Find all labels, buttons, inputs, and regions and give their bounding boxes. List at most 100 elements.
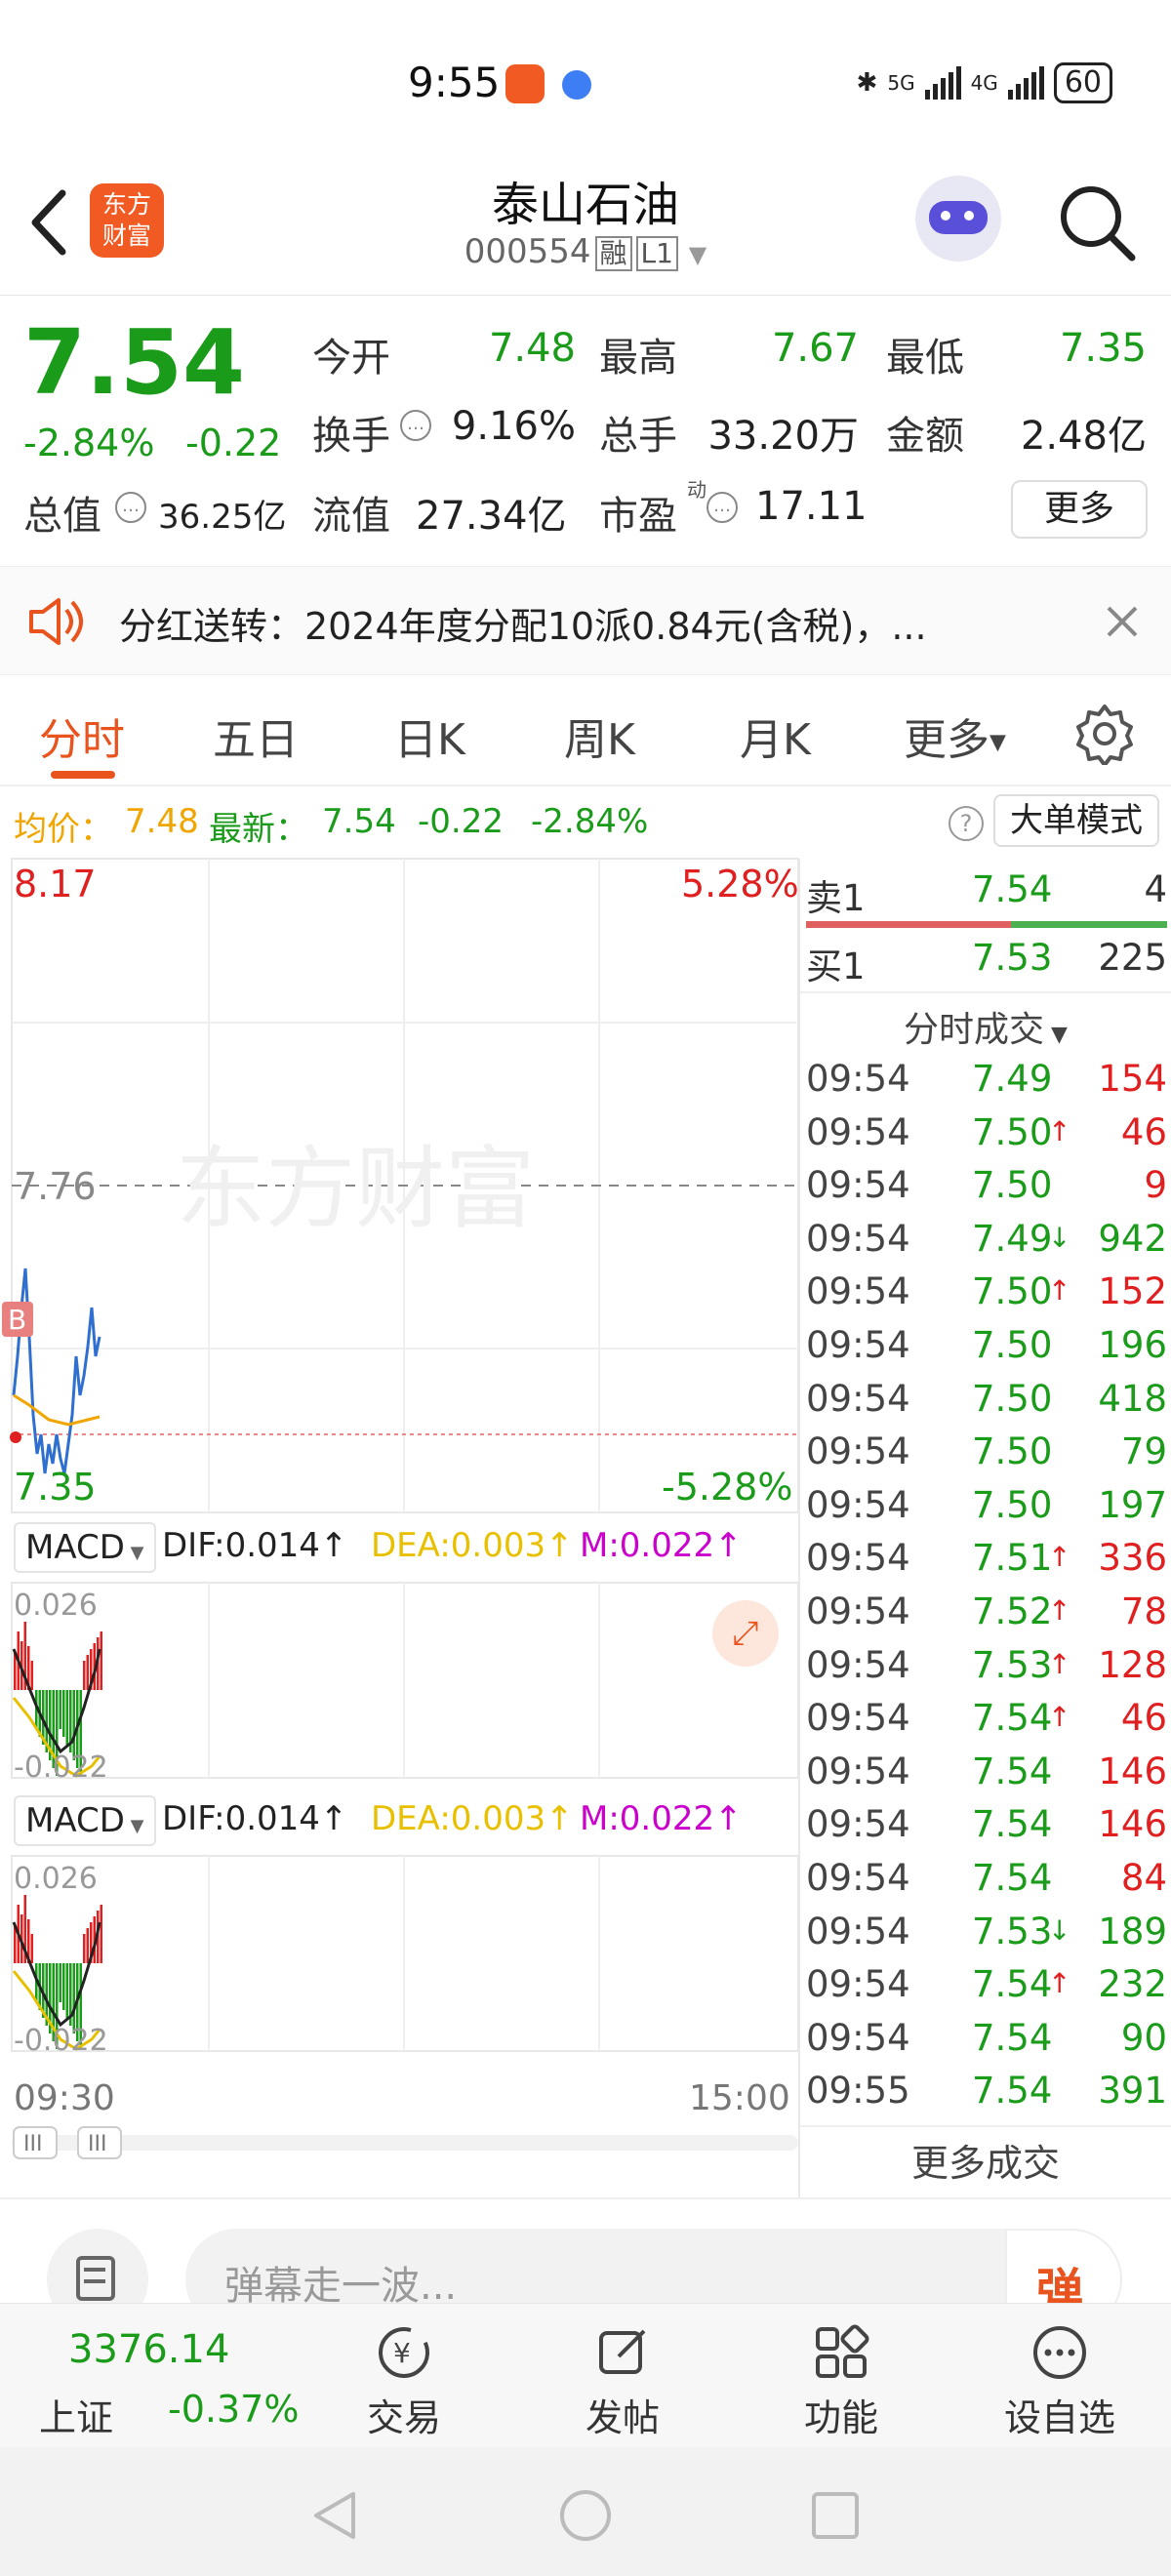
macd1-selector[interactable]: MACD ▼ [14,1522,156,1573]
trade-time: 09:54 [806,1270,910,1313]
bluetooth-icon: ✱ [856,68,878,98]
dividend-notice[interactable]: 分红送转：2024年度分配10派0.84元(含税)，... [0,566,1171,675]
edit-post-icon [599,2329,646,2374]
open-value: 7.48 [488,326,576,371]
signal-5g-icon [924,66,961,100]
help-icon[interactable]: ? [949,806,984,841]
close-icon[interactable] [1105,604,1140,639]
pe-info-icon[interactable]: … [707,492,738,523]
margin-tag: 融 [594,236,632,271]
trade-volume: 942 [1098,1217,1167,1260]
buy-marker-label: B [8,1304,26,1336]
open-label: 今开 [312,336,390,381]
trade-price: 7.50 [972,1377,1053,1420]
macd2-selector[interactable]: MACD ▼ [14,1795,156,1846]
more-trades-button[interactable]: 更多成交 [800,2133,1171,2187]
macd1-label: MACD [25,1528,125,1567]
chart-mid-price: 7.76 [14,1165,97,1208]
trade-volume: 90 [1120,2016,1167,2059]
more-trades-divider [800,2125,1171,2127]
tab-more[interactable]: 更多▼ [904,704,1006,767]
battery-icon: 60 [1053,62,1112,103]
nav-home-icon[interactable] [556,2486,615,2545]
trade-price: 7.54 [972,2016,1053,2059]
trade-time: 09:54 [806,1110,910,1153]
tab-more-dropdown-icon: ▼ [989,730,1006,755]
chart-bottom-pct: -5.28% [662,1466,793,1509]
level-tag: L1 [635,236,678,271]
price-line [12,1268,101,1474]
nav-add-watchlist[interactable]: 设自选 [962,2304,1157,2441]
trades-dropdown-icon: ▼ [1044,1023,1068,1047]
search-icon[interactable] [1054,180,1142,267]
expand-icon[interactable]: ⤢ [712,1600,779,1667]
trade-direction-arrow: ↑ [1048,1647,1071,1680]
index-value[interactable]: 3376.14 [68,2327,229,2372]
chart-scroll-track[interactable] [12,2135,798,2151]
trade-volume: 46 [1120,1697,1167,1740]
macd-bar [83,1661,86,1690]
nav-recents-icon[interactable] [808,2488,863,2543]
macd2-m: M:0.022↑ [580,1799,743,1838]
network-5g-label: 5G [887,71,915,95]
sell1-label: 卖1 [806,877,866,919]
trades-title[interactable]: 分时成交 ▼ [800,1001,1171,1052]
trade-row: 09:54 7.49 ↓ 942 [806,1218,1167,1271]
macd-bar [62,1963,65,2010]
trade-direction-arrow: ↑ [1048,1114,1071,1147]
macd1-dropdown-icon: ▼ [124,1543,144,1563]
notification-browser-icon [562,70,591,100]
pe-superscript: 动 [687,478,707,502]
nav-back-icon[interactable] [308,2488,363,2543]
trade-time: 09:54 [806,1377,910,1420]
nav-add-watchlist-label: 设自选 [1003,2396,1115,2439]
mktcap-info-icon[interactable]: … [115,492,146,523]
network-4g-label: 4G [970,71,998,95]
trade-price: 7.49 [972,1058,1053,1100]
big-order-mode-button[interactable]: 大单模式 [993,794,1159,847]
tab-five-day[interactable]: 五日 [213,704,299,767]
tab-monthly-k[interactable]: 月K [740,704,811,767]
avg-price-value: 7.48 [125,802,199,841]
notice-text: 分红送转：2024年度分配10派0.84元(含税)，... [119,605,927,648]
more-quote-button[interactable]: 更多 [1011,480,1148,539]
trade-time: 09:54 [806,1324,910,1366]
trade-price: 7.50 [972,1164,1053,1207]
open-marker [10,1431,21,1443]
trade-volume: 336 [1098,1537,1167,1580]
nav-post[interactable]: 发帖 [525,2304,720,2441]
tab-weekly-k[interactable]: 周K [564,704,635,767]
tab-intraday[interactable]: 分时 [39,704,125,767]
turnover-info-icon[interactable]: … [400,410,431,441]
trade-row: 09:54 7.50 79 [806,1430,1167,1484]
grid-functions-icon [816,2324,869,2378]
trade-price: 7.54 [972,1963,1053,2006]
trade-time: 09:54 [806,1643,910,1686]
mktcap-label: 总值 [23,494,101,539]
nav-post-label: 发帖 [585,2396,660,2439]
app-header: 东方 财富 泰山石油 000554 融 L1 ▼ [0,166,1171,293]
trade-price: 7.54 [972,1857,1053,1899]
trade-direction-arrow: ↓ [1048,1221,1071,1254]
nav-trade[interactable]: ¥ 交易 [306,2304,502,2441]
chart-bottom-price: 7.35 [14,1466,97,1509]
trade-volume: 128 [1098,1643,1167,1686]
trade-time: 09:55 [806,2070,910,2113]
trade-volume: 146 [1098,1750,1167,1792]
trade-time: 09:54 [806,1750,910,1792]
settings-gear-icon[interactable] [1073,703,1136,765]
pe-label: 市盈 [599,494,677,539]
trade-time: 09:54 [806,1537,910,1580]
trade-price: 7.53 [972,1643,1053,1686]
stock-code: 000554 [464,232,591,271]
robot-assistant-icon[interactable] [915,176,1001,262]
trade-time: 09:54 [806,1963,910,2006]
chart-top-pct: 5.28% [681,863,799,906]
nav-functions[interactable]: 功能 [744,2304,939,2441]
tab-daily-k[interactable]: 日K [394,704,465,767]
trade-price: 7.50 [972,1483,1053,1526]
index-change-pct: -0.37% [168,2388,300,2431]
macd-bar [65,1963,68,2018]
macd1-top-value: 0.026 [14,1589,98,1623]
trade-row: 09:54 7.50 196 [806,1324,1167,1378]
